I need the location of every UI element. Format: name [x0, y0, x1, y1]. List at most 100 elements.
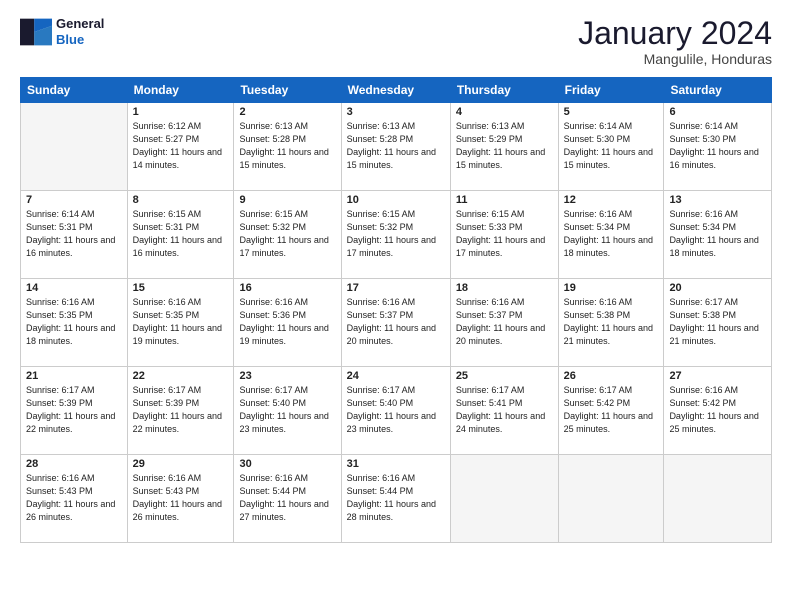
cell-info: Sunrise: 6:17 AM Sunset: 5:40 PM Dayligh… [347, 384, 445, 436]
day-number: 6 [669, 106, 766, 118]
calendar-table: SundayMondayTuesdayWednesdayThursdayFrid… [20, 77, 772, 543]
day-number: 23 [239, 370, 335, 382]
calendar-cell: 20 Sunrise: 6:17 AM Sunset: 5:38 PM Dayli… [664, 279, 772, 367]
week-row-3: 21Sunrise: 6:17 AM Sunset: 5:39 PM Dayli… [21, 367, 772, 455]
day-number: 18 [456, 282, 553, 294]
day-number: 12 [564, 194, 659, 206]
column-header-sunday: Sunday [21, 78, 128, 103]
cell-info: Sunrise: 6:13 AM Sunset: 5:28 PM Dayligh… [347, 120, 445, 172]
cell-info: Sunrise: 6:16 AM Sunset: 5:37 PM Dayligh… [347, 296, 445, 348]
day-number: 29 [133, 458, 229, 470]
cell-info: Sunrise: 6:12 AM Sunset: 5:27 PM Dayligh… [133, 120, 229, 172]
calendar-cell [664, 455, 772, 543]
day-number: 17 [347, 282, 445, 294]
cell-info: Sunrise: 6:16 AM Sunset: 5:38 PM Dayligh… [564, 296, 659, 348]
day-number: 13 [669, 194, 766, 206]
day-number: 7 [26, 194, 122, 206]
day-number: 4 [456, 106, 553, 118]
calendar-cell: 29Sunrise: 6:16 AM Sunset: 5:43 PM Dayli… [127, 455, 234, 543]
cell-info: Sunrise: 6:17 AM Sunset: 5:40 PM Dayligh… [239, 384, 335, 436]
day-number: 19 [564, 282, 659, 294]
week-row-4: 28 Sunrise: 6:16 AM Sunset: 5:43 PM Dayli… [21, 455, 772, 543]
title-block: January 2024 Mangulile, Honduras [578, 16, 772, 67]
column-header-wednesday: Wednesday [341, 78, 450, 103]
cell-info: Sunrise: 6:14 AM Sunset: 5:30 PM Dayligh… [564, 120, 659, 172]
calendar-cell: 7Sunrise: 6:14 AM Sunset: 5:31 PM Daylig… [21, 191, 128, 279]
calendar-cell: 26Sunrise: 6:17 AM Sunset: 5:42 PM Dayli… [558, 367, 664, 455]
day-number: 30 [239, 458, 335, 470]
calendar-cell: 22Sunrise: 6:17 AM Sunset: 5:39 PM Dayli… [127, 367, 234, 455]
cell-info: Sunrise: 6:15 AM Sunset: 5:31 PM Dayligh… [133, 208, 229, 260]
calendar-cell: 27Sunrise: 6:16 AM Sunset: 5:42 PM Dayli… [664, 367, 772, 455]
logo-text: General Blue [56, 16, 104, 47]
cell-info: Sunrise: 6:17 AM Sunset: 5:41 PM Dayligh… [456, 384, 553, 436]
calendar-cell: 17 Sunrise: 6:16 AM Sunset: 5:37 PM Dayli… [341, 279, 450, 367]
day-number: 2 [239, 106, 335, 118]
column-header-thursday: Thursday [450, 78, 558, 103]
calendar-cell: 4Sunrise: 6:13 AM Sunset: 5:29 PM Daylig… [450, 103, 558, 191]
day-number: 15 [133, 282, 229, 294]
cell-info: Sunrise: 6:15 AM Sunset: 5:32 PM Dayligh… [239, 208, 335, 260]
day-number: 1 [133, 106, 229, 118]
column-header-tuesday: Tuesday [234, 78, 341, 103]
cell-info: Sunrise: 6:15 AM Sunset: 5:33 PM Dayligh… [456, 208, 553, 260]
calendar-cell [450, 455, 558, 543]
calendar-cell: 23 Sunrise: 6:17 AM Sunset: 5:40 PM Dayli… [234, 367, 341, 455]
calendar-cell: 21Sunrise: 6:17 AM Sunset: 5:39 PM Dayli… [21, 367, 128, 455]
calendar-cell [558, 455, 664, 543]
column-header-saturday: Saturday [664, 78, 772, 103]
day-number: 10 [347, 194, 445, 206]
calendar-cell: 19 Sunrise: 6:16 AM Sunset: 5:38 PM Dayli… [558, 279, 664, 367]
cell-info: Sunrise: 6:16 AM Sunset: 5:35 PM Dayligh… [26, 296, 122, 348]
day-number: 11 [456, 194, 553, 206]
week-row-0: 1 Sunrise: 6:12 AM Sunset: 5:27 PM Daylig… [21, 103, 772, 191]
calendar-cell: 14 Sunrise: 6:16 AM Sunset: 5:35 PM Dayli… [21, 279, 128, 367]
calendar-cell: 31 Sunrise: 6:16 AM Sunset: 5:44 PM Dayli… [341, 455, 450, 543]
cell-info: Sunrise: 6:16 AM Sunset: 5:34 PM Dayligh… [564, 208, 659, 260]
calendar-cell: 3 Sunrise: 6:13 AM Sunset: 5:28 PM Daylig… [341, 103, 450, 191]
week-row-1: 7Sunrise: 6:14 AM Sunset: 5:31 PM Daylig… [21, 191, 772, 279]
logo: General Blue [20, 16, 104, 47]
cell-info: Sunrise: 6:15 AM Sunset: 5:32 PM Dayligh… [347, 208, 445, 260]
day-number: 20 [669, 282, 766, 294]
week-row-2: 14 Sunrise: 6:16 AM Sunset: 5:35 PM Dayli… [21, 279, 772, 367]
page: General Blue January 2024 Mangulile, Hon… [0, 0, 792, 612]
day-number: 22 [133, 370, 229, 382]
logo-line2: Blue [56, 32, 84, 47]
calendar-cell: 15Sunrise: 6:16 AM Sunset: 5:35 PM Dayli… [127, 279, 234, 367]
calendar-cell: 12 Sunrise: 6:16 AM Sunset: 5:34 PM Dayli… [558, 191, 664, 279]
calendar-cell: 25 Sunrise: 6:17 AM Sunset: 5:41 PM Dayli… [450, 367, 558, 455]
calendar-header-row: SundayMondayTuesdayWednesdayThursdayFrid… [21, 78, 772, 103]
calendar-cell: 24Sunrise: 6:17 AM Sunset: 5:40 PM Dayli… [341, 367, 450, 455]
calendar-cell: 1 Sunrise: 6:12 AM Sunset: 5:27 PM Daylig… [127, 103, 234, 191]
cell-info: Sunrise: 6:16 AM Sunset: 5:42 PM Dayligh… [669, 384, 766, 436]
logo-line1: General [56, 16, 104, 31]
header: General Blue January 2024 Mangulile, Hon… [20, 16, 772, 67]
day-number: 9 [239, 194, 335, 206]
calendar-cell: 10 Sunrise: 6:15 AM Sunset: 5:32 PM Dayli… [341, 191, 450, 279]
calendar-cell: 16 Sunrise: 6:16 AM Sunset: 5:36 PM Dayli… [234, 279, 341, 367]
calendar-cell: 5Sunrise: 6:14 AM Sunset: 5:30 PM Daylig… [558, 103, 664, 191]
cell-info: Sunrise: 6:17 AM Sunset: 5:42 PM Dayligh… [564, 384, 659, 436]
calendar-cell: 2 Sunrise: 6:13 AM Sunset: 5:28 PM Daylig… [234, 103, 341, 191]
cell-info: Sunrise: 6:17 AM Sunset: 5:38 PM Dayligh… [669, 296, 766, 348]
day-number: 16 [239, 282, 335, 294]
calendar-cell: 30Sunrise: 6:16 AM Sunset: 5:44 PM Dayli… [234, 455, 341, 543]
calendar-cell: 11 Sunrise: 6:15 AM Sunset: 5:33 PM Dayli… [450, 191, 558, 279]
cell-info: Sunrise: 6:13 AM Sunset: 5:28 PM Dayligh… [239, 120, 335, 172]
cell-info: Sunrise: 6:16 AM Sunset: 5:43 PM Dayligh… [26, 472, 122, 524]
cell-info: Sunrise: 6:14 AM Sunset: 5:30 PM Dayligh… [669, 120, 766, 172]
column-header-monday: Monday [127, 78, 234, 103]
cell-info: Sunrise: 6:16 AM Sunset: 5:34 PM Dayligh… [669, 208, 766, 260]
day-number: 31 [347, 458, 445, 470]
cell-info: Sunrise: 6:16 AM Sunset: 5:36 PM Dayligh… [239, 296, 335, 348]
calendar-cell: 28 Sunrise: 6:16 AM Sunset: 5:43 PM Dayli… [21, 455, 128, 543]
column-header-friday: Friday [558, 78, 664, 103]
day-number: 28 [26, 458, 122, 470]
cell-info: Sunrise: 6:16 AM Sunset: 5:44 PM Dayligh… [347, 472, 445, 524]
calendar-cell [21, 103, 128, 191]
day-number: 25 [456, 370, 553, 382]
day-number: 3 [347, 106, 445, 118]
day-number: 8 [133, 194, 229, 206]
day-number: 14 [26, 282, 122, 294]
